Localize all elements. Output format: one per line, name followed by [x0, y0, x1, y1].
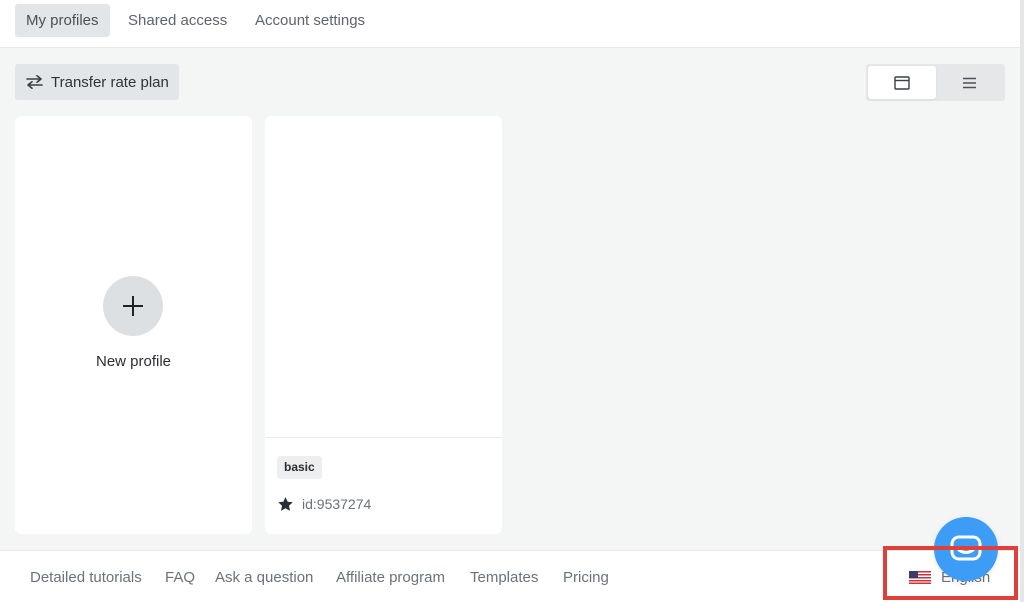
- list-view-button[interactable]: [935, 66, 1003, 99]
- new-profile-button[interactable]: [103, 276, 163, 336]
- plus-icon: [123, 296, 143, 316]
- footer-link-templates[interactable]: Templates: [470, 569, 538, 586]
- swap-arrows-icon: [26, 75, 43, 89]
- star-icon[interactable]: [277, 496, 294, 513]
- top-tabs-bar: My profiles Shared access Account settin…: [0, 0, 1020, 48]
- grid-view-button[interactable]: [868, 66, 936, 99]
- profile-preview[interactable]: [265, 116, 502, 437]
- footer-link-affiliate[interactable]: Affiliate program: [336, 569, 445, 586]
- transfer-rate-plan-label: Transfer rate plan: [51, 73, 169, 91]
- card-divider: [265, 437, 502, 438]
- profile-id: id:9537274: [302, 496, 372, 512]
- chat-button[interactable]: [934, 517, 998, 581]
- list-view-icon: [962, 77, 976, 88]
- transfer-rate-plan-button[interactable]: Transfer rate plan: [15, 64, 179, 100]
- profile-tag: basic: [277, 456, 322, 479]
- grid-view-icon: [894, 75, 910, 90]
- tab-my-profiles[interactable]: My profiles: [15, 4, 110, 37]
- footer-link-tutorials[interactable]: Detailed tutorials: [30, 569, 142, 586]
- footer-link-faq[interactable]: FAQ: [165, 569, 195, 586]
- new-profile-card[interactable]: New profile: [15, 116, 252, 534]
- new-profile-label: New profile: [95, 353, 172, 370]
- tab-account-settings[interactable]: Account settings: [244, 4, 376, 37]
- footer: Detailed tutorials FAQ Ask a question Af…: [0, 550, 1020, 602]
- footer-link-pricing[interactable]: Pricing: [563, 569, 609, 586]
- view-mode-toggle: [866, 64, 1005, 101]
- us-flag-icon: [909, 571, 931, 584]
- tab-shared-access[interactable]: Shared access: [117, 4, 238, 37]
- profile-card[interactable]: basic id:9537274: [265, 116, 502, 534]
- chat-icon: [950, 535, 982, 561]
- window-edge: [1020, 0, 1024, 602]
- footer-link-ask-question[interactable]: Ask a question: [215, 569, 313, 586]
